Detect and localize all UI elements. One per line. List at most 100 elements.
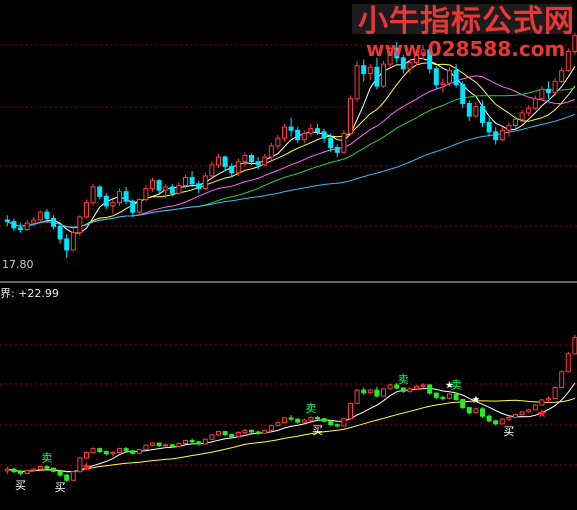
candle-body: [57, 470, 63, 476]
candle-body: [493, 420, 499, 425]
candle-body: [407, 388, 413, 392]
candle-body: [143, 444, 149, 450]
candle-body: [447, 393, 452, 399]
candle-body: [242, 429, 248, 433]
candle-body: [51, 467, 56, 472]
candle-body: [169, 186, 175, 194]
candle-body: [519, 411, 525, 415]
candle-body: [546, 88, 551, 93]
candle-body: [123, 448, 129, 452]
candle-body: [559, 371, 565, 389]
candle-body: [216, 431, 221, 436]
candle-body: [268, 145, 274, 158]
candle-body: [255, 161, 261, 166]
candle-body: [552, 80, 558, 93]
candle-body: [407, 62, 413, 70]
buy-signal-label: 买: [503, 425, 514, 438]
candle-body: [189, 177, 195, 185]
candle-body: [4, 219, 10, 223]
candle-body: [295, 418, 301, 423]
candle-body: [18, 471, 23, 474]
candle-body: [57, 225, 63, 240]
candle-body: [288, 126, 294, 131]
candle-body: [229, 434, 235, 438]
candle-body: [189, 440, 195, 443]
candle-body: [526, 107, 532, 114]
candle-body: [539, 399, 545, 406]
candle-body: [176, 184, 182, 194]
candle-body: [31, 468, 37, 471]
candle-body: [506, 416, 512, 420]
candle-body: [354, 65, 360, 100]
stock-chart: 17.80 买买买 买卖卖卖卖 界: +22.99 小牛指标公式网 www.028…: [0, 0, 577, 510]
candle-body: [295, 129, 301, 141]
candle-body: [117, 448, 122, 453]
indicator-label: 界: +22.99: [0, 287, 59, 300]
candle-body: [466, 102, 472, 117]
candle-body: [301, 419, 307, 423]
candle-body: [222, 156, 228, 167]
candle-body: [420, 384, 426, 387]
candle-body: [209, 434, 215, 440]
candle-body: [156, 442, 162, 447]
candle-body: [235, 161, 241, 174]
candle-body: [262, 429, 268, 434]
candle-body: [334, 147, 340, 153]
candle-body: [546, 398, 551, 401]
candle-body: [381, 63, 386, 87]
candle-body: [275, 137, 281, 147]
watermark: 小牛指标公式网 www.028588.com: [352, 4, 574, 61]
candle-body: [499, 418, 505, 425]
candle-body: [414, 385, 419, 390]
candle-body: [110, 451, 116, 455]
candle-body: [123, 191, 129, 202]
candle-body: [31, 219, 37, 224]
min-price-label: 17.80: [2, 258, 34, 271]
candle-body: [361, 389, 367, 394]
candle-body: [400, 387, 406, 392]
buy-signal-label: 买: [55, 481, 66, 494]
candle-body: [348, 402, 353, 420]
candle-body: [136, 199, 142, 213]
candle-body: [301, 132, 307, 141]
candle-body: [367, 66, 373, 75]
candle-body: [315, 128, 320, 133]
candle-body: [268, 425, 274, 431]
candle-body: [526, 409, 532, 413]
candle-body: [262, 156, 268, 166]
candle-body: [532, 404, 538, 411]
candle-body: [341, 418, 347, 427]
candle-body: [381, 388, 386, 397]
candle-body: [572, 337, 577, 355]
candle-body: [11, 468, 17, 473]
candle-body: [24, 222, 30, 230]
candle-body: [202, 175, 208, 190]
sell-signal-label: 卖: [305, 402, 316, 415]
candle-body: [130, 450, 136, 454]
candle-body: [130, 200, 136, 213]
candle-body: [202, 438, 208, 445]
sell-signal-label: 卖: [398, 373, 409, 386]
candle-body: [282, 126, 287, 139]
candle-body: [77, 216, 83, 234]
candle-body: [97, 448, 103, 453]
candle-body: [354, 389, 360, 404]
candle-body: [117, 191, 122, 204]
candle-body: [196, 441, 202, 445]
candle-body: [480, 106, 485, 123]
candle-body: [90, 186, 96, 204]
candle-body: [387, 384, 393, 390]
candle-body: [24, 469, 30, 474]
candle-body: [493, 131, 499, 141]
candle-body: [84, 451, 89, 459]
candle-body: [361, 65, 367, 75]
candle-body: [308, 416, 314, 421]
candle-body: [249, 154, 254, 163]
candle-body: [513, 413, 518, 418]
candle-body: [374, 66, 380, 87]
candle-body: [473, 106, 479, 117]
candle-body: [328, 137, 334, 149]
candle-body: [440, 396, 446, 399]
sell-signal-label: 卖: [451, 378, 462, 391]
candle-body: [103, 451, 109, 455]
